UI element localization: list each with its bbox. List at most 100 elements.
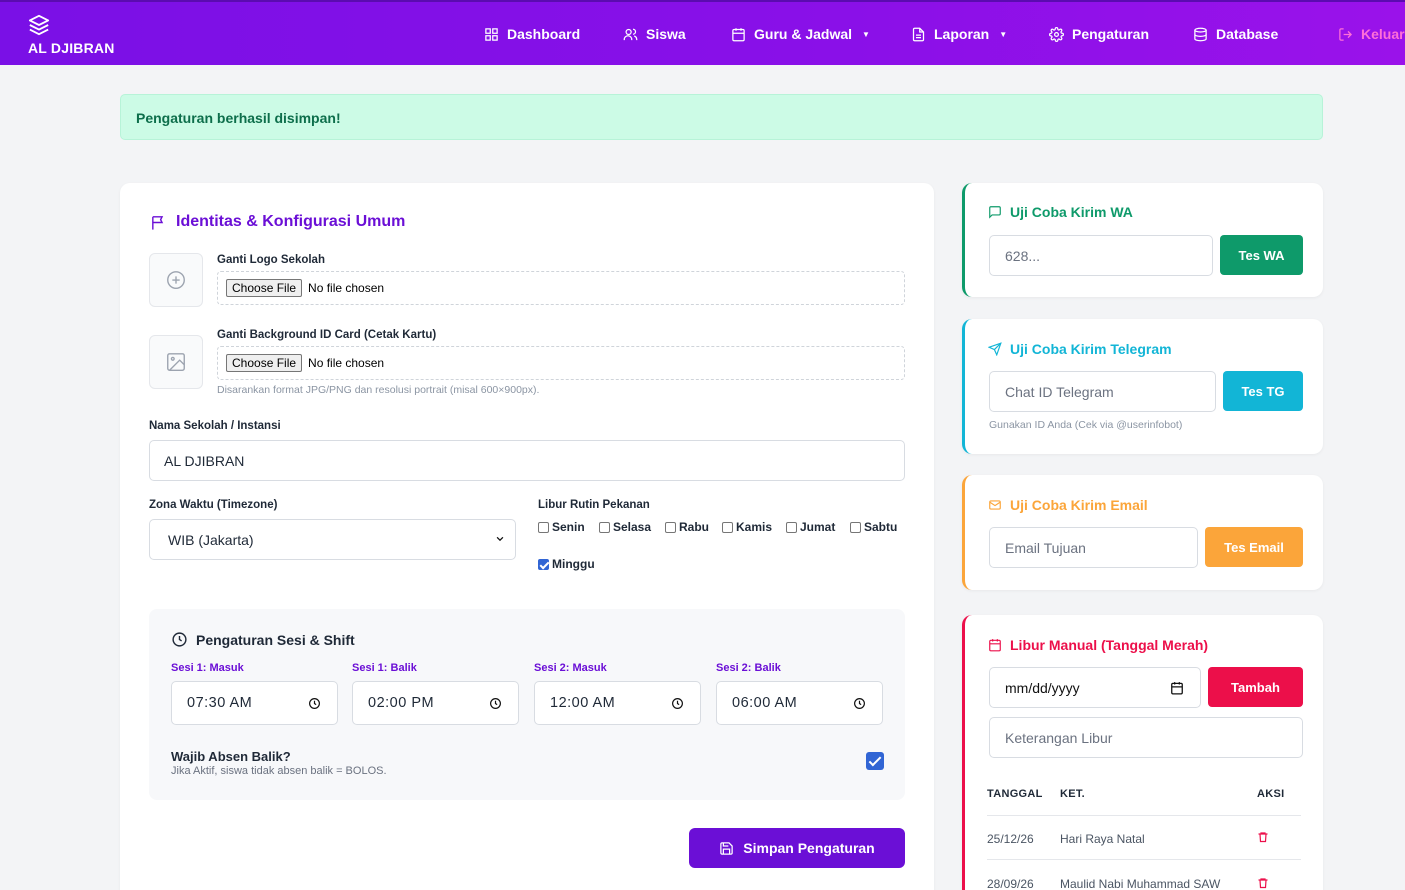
nav-guru-jadwal-label: Guru & Jadwal (754, 26, 853, 42)
nav-dashboard[interactable]: Dashboard (484, 26, 580, 42)
clock-icon[interactable] (853, 697, 866, 710)
nav-database-label: Database (1216, 26, 1279, 42)
background-preview[interactable] (149, 335, 203, 389)
alert-message: Pengaturan berhasil disimpan! (136, 110, 341, 126)
s1-out-time-input[interactable]: 02:00 PM (352, 681, 519, 725)
s2-in-time-input[interactable]: 12:00 AM (534, 681, 701, 725)
day-checkbox-rabu[interactable]: Rabu (665, 520, 709, 534)
email-title: Uji Coba Kirim Email (988, 497, 1148, 513)
test-tg-button[interactable]: Tes TG (1223, 371, 1303, 411)
timezone-label: Zona Waktu (Timezone) (149, 499, 278, 511)
day-checkbox-senin[interactable]: Senin (538, 520, 585, 534)
table-row: 28/09/26 Maulid Nabi Muhammad SAW (987, 859, 1301, 890)
save-icon (720, 841, 734, 855)
wajib-hint: Jika Aktif, siswa tidak absen balik = BO… (171, 765, 387, 777)
telegram-chat-id-input[interactable]: Chat ID Telegram (989, 371, 1216, 412)
col-header-date: TANGGAL (987, 788, 1043, 800)
s1-in-label: Sesi 1: Masuk (171, 662, 244, 674)
nav-dashboard-label: Dashboard (507, 26, 581, 42)
wajib-checkbox[interactable] (866, 752, 884, 770)
time-value: 12:00 AM (550, 695, 616, 711)
col-header-note: KET. (1060, 788, 1086, 800)
holiday-date-input[interactable]: mm/dd/yyyy (989, 667, 1201, 708)
mail-icon (989, 500, 1001, 510)
test-email-button[interactable]: Tes Email (1205, 527, 1303, 567)
background-file-input[interactable]: Choose File No file chosen (217, 346, 905, 380)
wa-number-input[interactable]: 628... (989, 235, 1213, 276)
nav-siswa-label: Siswa (646, 26, 686, 42)
test-wa-button[interactable]: Tes WA (1220, 235, 1303, 275)
holiday-note-input[interactable]: Keterangan Libur (989, 717, 1303, 758)
nav-laporan-label: Laporan (934, 26, 990, 42)
s2-out-time-input[interactable]: 06:00 AM (716, 681, 883, 725)
nav-pengaturan[interactable]: Pengaturan (1049, 26, 1149, 42)
day-checkbox-jumat[interactable]: Jumat (786, 520, 835, 534)
clock-icon[interactable] (489, 697, 502, 710)
s2-out-label: Sesi 2: Balik (716, 662, 781, 674)
trash-icon[interactable] (1257, 877, 1269, 889)
school-name-label: Nama Sekolah / Instansi (149, 420, 281, 432)
message-icon (989, 206, 1001, 219)
add-holiday-button[interactable]: Tambah (1208, 667, 1303, 707)
nav-guru-jadwal[interactable]: Guru & Jadwal ▼ (731, 26, 870, 42)
users-icon (623, 28, 638, 40)
brand-name: AL DJIBRAN (28, 40, 115, 56)
email-target-input[interactable]: Email Tujuan (989, 527, 1198, 568)
day-label: Rabu (679, 520, 709, 534)
day-checkbox-kamis[interactable]: Kamis (722, 520, 772, 534)
clock-icon[interactable] (671, 697, 684, 710)
plus-circle-icon (167, 271, 185, 289)
session-panel: Pengaturan Sesi & Shift Sesi 1: Masuk Se… (149, 609, 905, 800)
send-icon (988, 342, 1002, 356)
nav-keluar[interactable]: Keluar (1338, 26, 1405, 42)
wa-test-card: Uji Coba Kirim WA 628... Tes WA (962, 183, 1323, 297)
logo-preview[interactable] (149, 253, 203, 307)
email-title-text: Uji Coba Kirim Email (1010, 497, 1148, 513)
checkbox[interactable] (538, 521, 549, 533)
trash-icon[interactable] (1257, 831, 1269, 843)
logo-label: Ganti Logo Sekolah (217, 254, 325, 266)
session-title-text: Pengaturan Sesi & Shift (196, 631, 355, 648)
holiday-date: 28/09/26 (987, 877, 1034, 890)
logo-file-input[interactable]: Choose File No file chosen (217, 271, 905, 305)
flag-icon (152, 215, 164, 230)
caret-down-icon: ▼ (862, 29, 870, 39)
day-checkbox-sabtu[interactable]: Sabtu (850, 520, 897, 534)
identity-title-text: Identitas & Konfigurasi Umum (176, 213, 406, 230)
session-title: Pengaturan Sesi & Shift (171, 631, 355, 648)
time-value: 02:00 PM (368, 695, 435, 711)
school-name-input[interactable]: AL DJIBRAN (149, 440, 905, 481)
day-checkbox-minggu[interactable]: Minggu (538, 557, 595, 571)
checkbox[interactable] (722, 521, 733, 533)
col-header-action: AKSI (1257, 788, 1285, 800)
nav-database[interactable]: Database (1193, 26, 1278, 42)
checkbox[interactable] (665, 521, 676, 533)
nav-pengaturan-label: Pengaturan (1072, 26, 1150, 42)
checkbox[interactable] (599, 521, 610, 533)
wajib-label: Wajib Absen Balik? (171, 749, 291, 764)
timezone-select[interactable]: WIB (Jakarta) (149, 519, 516, 560)
day-label: Senin (552, 520, 585, 534)
clock-icon[interactable] (308, 697, 321, 710)
image-icon (167, 353, 185, 371)
checkbox-checked[interactable] (538, 558, 549, 570)
nav-keluar-label: Keluar (1361, 26, 1405, 42)
save-button-label: Simpan Pengaturan (743, 840, 875, 856)
nav-laporan[interactable]: Laporan ▼ (911, 26, 1007, 42)
checkbox[interactable] (850, 521, 861, 533)
time-value: 06:00 AM (732, 695, 798, 711)
choose-file-button[interactable]: Choose File (226, 354, 303, 372)
nav-siswa[interactable]: Siswa (623, 26, 686, 42)
holiday-routine-label: Libur Rutin Pekanan (538, 499, 650, 511)
timezone-value: WIB (Jakarta) (168, 531, 254, 548)
save-settings-button[interactable]: Simpan Pengaturan (689, 828, 905, 868)
s1-in-time-input[interactable]: 07:30 AM (171, 681, 338, 725)
calendar-picker-icon[interactable] (1170, 681, 1184, 695)
date-placeholder: mm/dd/yyyy (1005, 679, 1080, 696)
identity-card: Identitas & Konfigurasi Umum Ganti Logo … (120, 183, 934, 890)
checkbox[interactable] (786, 521, 797, 533)
table-row: 25/12/26 Hari Raya Natal (987, 815, 1301, 859)
s1-out-label: Sesi 1: Balik (352, 662, 417, 674)
day-checkbox-selasa[interactable]: Selasa (599, 520, 651, 534)
choose-file-button[interactable]: Choose File (226, 279, 303, 297)
